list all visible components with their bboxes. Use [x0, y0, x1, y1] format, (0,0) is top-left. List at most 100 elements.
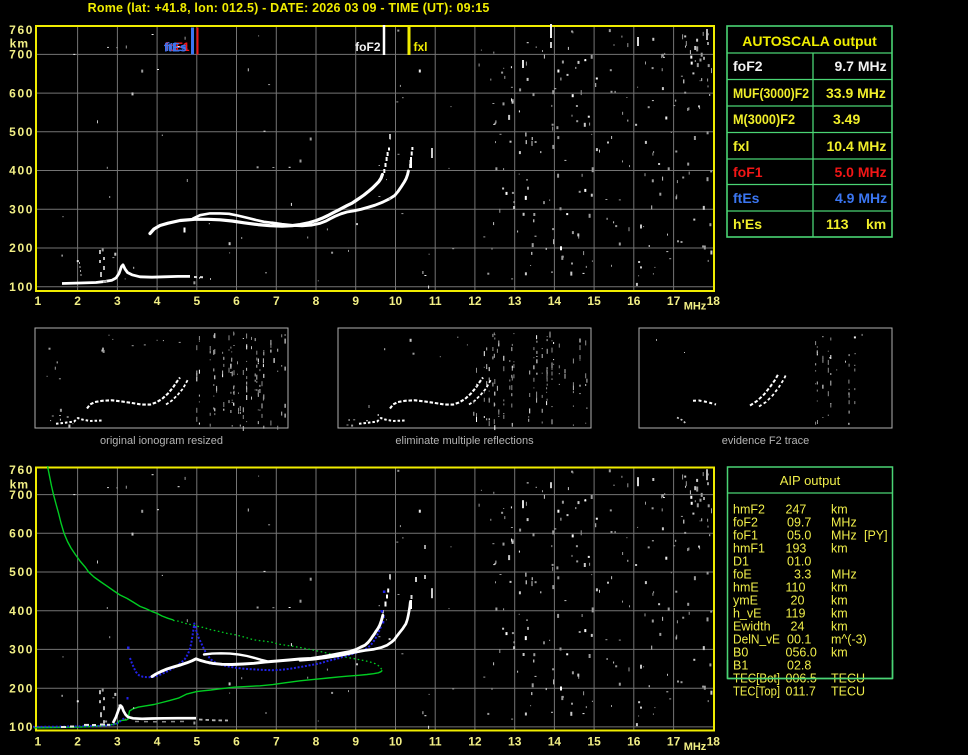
svg-text:12: 12: [468, 735, 482, 749]
svg-text:foF1: foF1: [733, 529, 758, 543]
svg-text:400: 400: [9, 604, 34, 618]
svg-text:7: 7: [273, 294, 280, 308]
svg-text:15: 15: [587, 294, 601, 308]
svg-text:4: 4: [154, 294, 161, 308]
svg-text:km: km: [831, 542, 848, 556]
svg-text:056.0: 056.0: [786, 646, 817, 660]
svg-text:9: 9: [352, 735, 359, 749]
svg-text:15: 15: [587, 735, 601, 749]
svg-text:M(3000)F2: M(3000)F2: [733, 111, 795, 127]
svg-text:760: 760: [9, 23, 34, 37]
svg-text:5: 5: [193, 735, 200, 749]
svg-text:247: 247: [786, 503, 807, 517]
svg-text:8: 8: [313, 735, 320, 749]
svg-text:4.9 MHz: 4.9 MHz: [835, 190, 887, 206]
svg-text:18: 18: [707, 735, 721, 749]
svg-text:evidence F2 trace: evidence F2 trace: [722, 435, 809, 447]
svg-text:hmF2: hmF2: [733, 503, 765, 517]
svg-text:7: 7: [273, 735, 280, 749]
svg-text:02.8: 02.8: [787, 659, 811, 673]
svg-text:16: 16: [627, 294, 641, 308]
svg-text:6: 6: [233, 735, 240, 749]
svg-text:193: 193: [786, 542, 807, 556]
svg-text:600: 600: [9, 86, 34, 100]
svg-text:11: 11: [429, 735, 442, 749]
svg-text:5.0 MHz: 5.0 MHz: [835, 164, 887, 180]
svg-text:km: km: [10, 478, 29, 492]
svg-text:500: 500: [9, 565, 34, 579]
svg-text:09.7: 09.7: [787, 516, 811, 530]
svg-text:3.49: 3.49: [833, 111, 860, 127]
svg-text:500: 500: [9, 125, 34, 139]
svg-text:600: 600: [9, 527, 34, 541]
svg-text:9.7 MHz: 9.7 MHz: [835, 58, 887, 74]
svg-text:18: 18: [707, 294, 721, 308]
svg-text:760: 760: [9, 463, 34, 477]
svg-text:01.0: 01.0: [787, 555, 811, 569]
svg-text:fxl: fxl: [414, 40, 428, 54]
svg-text:5: 5: [193, 294, 200, 308]
svg-text:AIP output: AIP output: [780, 473, 841, 488]
svg-text:1: 1: [35, 294, 42, 308]
svg-text:300: 300: [9, 643, 34, 657]
svg-text:ftEs: ftEs: [733, 190, 760, 206]
svg-text:MHz: MHz: [831, 568, 857, 582]
svg-text:100: 100: [9, 720, 34, 734]
svg-text:Rome (lat: +41.8, lon: 012.5): Rome (lat: +41.8, lon: 012.5) - DATE: 20…: [88, 1, 490, 15]
svg-text:113: 113: [826, 216, 849, 232]
svg-text:12: 12: [468, 294, 482, 308]
svg-text:MHz: MHz: [684, 741, 707, 753]
svg-text:14: 14: [548, 294, 562, 308]
svg-text:13: 13: [508, 294, 522, 308]
svg-text:h_vE: h_vE: [733, 607, 762, 621]
svg-text:original ionogram resized: original ionogram resized: [100, 435, 223, 447]
svg-text:200: 200: [9, 681, 34, 695]
svg-text:m^(-3): m^(-3): [831, 633, 867, 647]
svg-text:ymE: ymE: [733, 594, 758, 608]
svg-text:MUF(3000)F2: MUF(3000)F2: [733, 85, 809, 101]
svg-text:fxl: fxl: [733, 138, 749, 154]
svg-text:km: km: [831, 594, 848, 608]
svg-text:hmE: hmE: [733, 581, 759, 595]
svg-text:km: km: [866, 216, 886, 232]
svg-text:foF2: foF2: [355, 40, 381, 54]
svg-text:foE: foE: [733, 568, 752, 582]
svg-text:6: 6: [233, 294, 240, 308]
svg-text:20: 20: [791, 594, 805, 608]
svg-text:011.7: 011.7: [786, 685, 816, 699]
svg-text:hmF1: hmF1: [733, 542, 765, 556]
svg-text:119: 119: [786, 607, 806, 621]
svg-text:17: 17: [667, 294, 681, 308]
svg-text:00.1: 00.1: [787, 633, 811, 647]
svg-text:MHz: MHz: [684, 301, 707, 313]
svg-text:TECU: TECU: [831, 685, 865, 699]
svg-text:ftEs: ftEs: [164, 41, 187, 55]
svg-text:110: 110: [786, 581, 806, 595]
svg-text:3.3: 3.3: [794, 568, 811, 582]
svg-text:eliminate multiple reflections: eliminate multiple reflections: [395, 435, 534, 447]
svg-text:10.4 MHz: 10.4 MHz: [827, 138, 887, 154]
svg-text:11: 11: [429, 294, 442, 308]
svg-text:DelN_vE: DelN_vE: [733, 633, 780, 647]
svg-text:05.0: 05.0: [787, 529, 811, 543]
svg-text:MHz: MHz: [831, 516, 857, 530]
svg-text:MHz: MHz: [831, 529, 857, 543]
svg-text:13: 13: [508, 735, 522, 749]
svg-text:4: 4: [154, 735, 161, 749]
svg-text:AUTOSCALA output: AUTOSCALA output: [742, 33, 877, 49]
svg-text:h'Es: h'Es: [733, 216, 762, 232]
svg-text:10: 10: [389, 735, 403, 749]
svg-text:km: km: [831, 503, 848, 517]
svg-text:24: 24: [791, 620, 805, 634]
svg-text:km: km: [831, 581, 848, 595]
svg-text:foF2: foF2: [733, 516, 758, 530]
svg-text:D1: D1: [733, 555, 749, 569]
svg-text:8: 8: [313, 294, 320, 308]
svg-text:B1: B1: [733, 659, 748, 673]
svg-text:300: 300: [9, 202, 34, 216]
svg-text:3: 3: [114, 735, 121, 749]
svg-text:100: 100: [9, 280, 34, 294]
svg-text:200: 200: [9, 241, 34, 255]
svg-text:B0: B0: [733, 646, 748, 660]
svg-text:400: 400: [9, 164, 34, 178]
